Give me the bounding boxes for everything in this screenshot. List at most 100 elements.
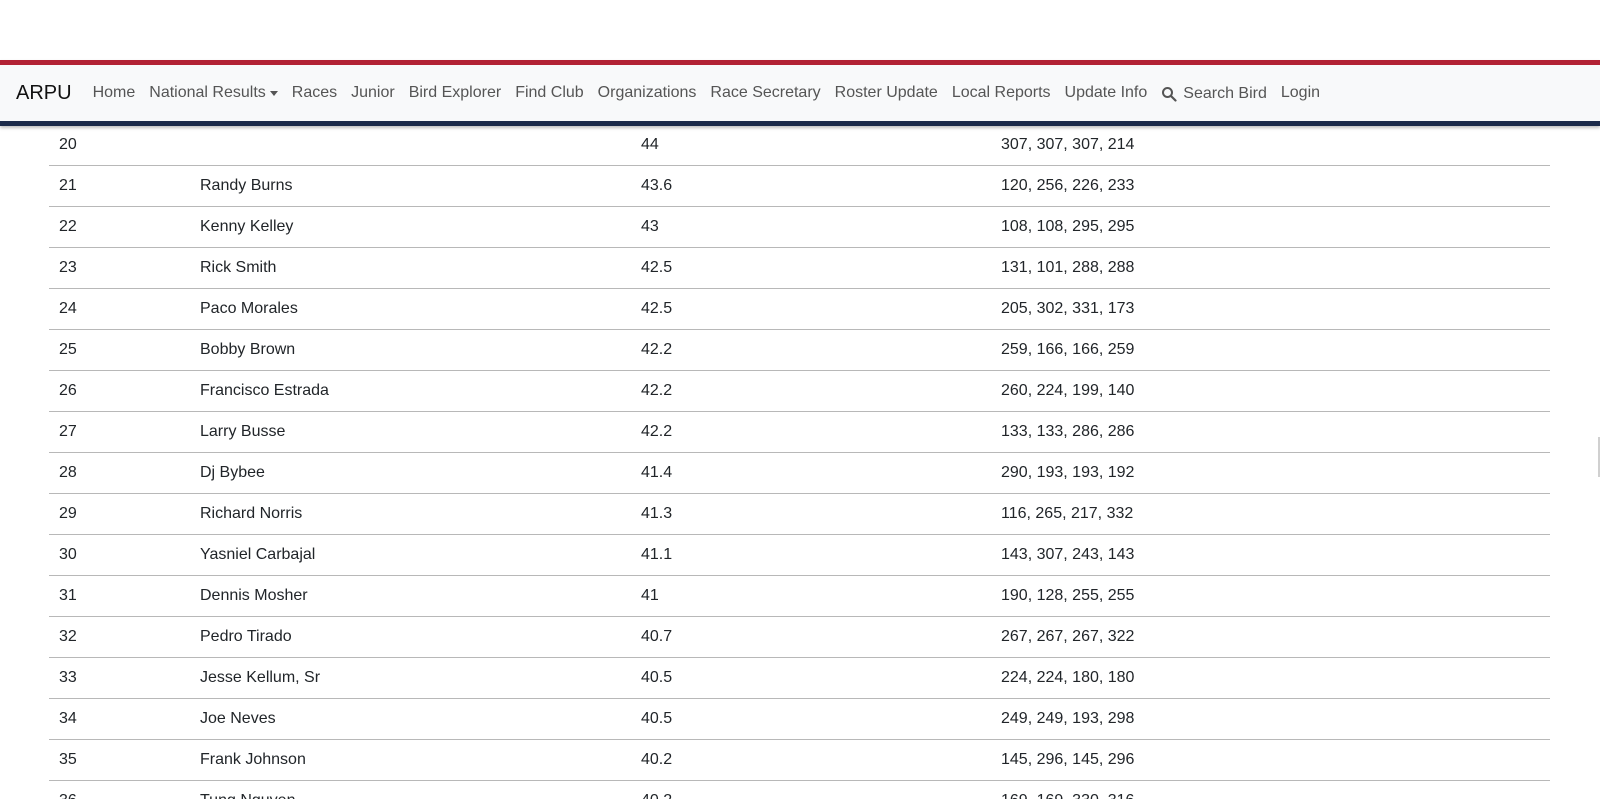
values-cell: 108, 108, 295, 295 (991, 206, 1550, 248)
score-cell: 41 (631, 575, 991, 617)
score-cell: 40.5 (631, 657, 991, 699)
rank-cell: 33 (49, 657, 190, 699)
name-cell: Pedro Tirado (190, 616, 631, 658)
rank-cell: 28 (49, 452, 190, 494)
values-cell: 224, 224, 180, 180 (991, 657, 1550, 699)
search-icon (1162, 87, 1177, 102)
score-cell: 41.1 (631, 534, 991, 576)
rank-cell: 34 (49, 698, 190, 740)
name-cell: Kenny Kelley (190, 206, 631, 248)
table-row: 31 Dennis Mosher 41 190, 128, 255, 255 (49, 575, 1550, 617)
name-cell: Bobby Brown (190, 329, 631, 371)
results-table: 20 44 307, 307, 307, 214 21 Randy Burns 43.6 1… (49, 125, 1550, 799)
nav-search-bird-label: Search Bird (1183, 85, 1267, 102)
name-cell: Tung Nguyen (190, 780, 631, 799)
rank-cell: 22 (49, 206, 190, 248)
rank-cell: 24 (49, 288, 190, 330)
table-row: 23 Rick Smith 42.5 131, 101, 288, 288 (49, 247, 1550, 289)
rank-cell: 25 (49, 329, 190, 371)
nav-organizations[interactable]: Organizations (591, 84, 704, 102)
rank-cell: 31 (49, 575, 190, 617)
values-cell: 145, 296, 145, 296 (991, 739, 1550, 781)
table-row: 20 44 307, 307, 307, 214 (49, 125, 1550, 166)
values-cell: 120, 256, 226, 233 (991, 165, 1550, 207)
values-cell: 249, 249, 193, 298 (991, 698, 1550, 740)
score-cell: 42.2 (631, 329, 991, 371)
name-cell (190, 125, 631, 166)
nav-search-bird[interactable]: Search Bird (1154, 85, 1274, 103)
values-cell: 169, 169, 330, 316 (991, 780, 1550, 799)
values-cell: 133, 133, 286, 286 (991, 411, 1550, 453)
nav-roster-update[interactable]: Roster Update (828, 84, 945, 102)
brand-logo-link[interactable]: ARPU (16, 82, 72, 105)
values-cell: 267, 267, 267, 322 (991, 616, 1550, 658)
score-cell: 40.2 (631, 739, 991, 781)
rank-cell: 36 (49, 780, 190, 799)
rank-cell: 30 (49, 534, 190, 576)
name-cell: Randy Burns (190, 165, 631, 207)
name-cell: Rick Smith (190, 247, 631, 289)
values-cell: 260, 224, 199, 140 (991, 370, 1550, 412)
nav-bird-explorer[interactable]: Bird Explorer (402, 84, 508, 102)
rank-cell: 26 (49, 370, 190, 412)
name-cell: Paco Morales (190, 288, 631, 330)
table-row: 24 Paco Morales 42.5 205, 302, 331, 173 (49, 288, 1550, 330)
name-cell: Yasniel Carbajal (190, 534, 631, 576)
nav-home[interactable]: Home (86, 84, 143, 102)
values-cell: 290, 193, 193, 192 (991, 452, 1550, 494)
name-cell: Dj Bybee (190, 452, 631, 494)
rank-cell: 20 (49, 125, 190, 166)
name-cell: Joe Neves (190, 698, 631, 740)
rank-cell: 23 (49, 247, 190, 289)
top-navbar: ARPU Home National Results Races Junior … (0, 60, 1600, 126)
values-cell: 205, 302, 331, 173 (991, 288, 1550, 330)
score-cell: 43 (631, 206, 991, 248)
name-cell: Frank Johnson (190, 739, 631, 781)
values-cell: 259, 166, 166, 259 (991, 329, 1550, 371)
score-cell: 42.5 (631, 247, 991, 289)
name-cell: Larry Busse (190, 411, 631, 453)
nav-races[interactable]: Races (285, 84, 344, 102)
score-cell: 43.6 (631, 165, 991, 207)
values-cell: 307, 307, 307, 214 (991, 125, 1550, 166)
table-row: 34 Joe Neves 40.5 249, 249, 193, 298 (49, 698, 1550, 740)
values-cell: 190, 128, 255, 255 (991, 575, 1550, 617)
name-cell: Jesse Kellum, Sr (190, 657, 631, 699)
rank-cell: 35 (49, 739, 190, 781)
table-row: 27 Larry Busse 42.2 133, 133, 286, 286 (49, 411, 1550, 453)
table-row: 25 Bobby Brown 42.2 259, 166, 166, 259 (49, 329, 1550, 371)
values-cell: 116, 265, 217, 332 (991, 493, 1550, 535)
name-cell: Dennis Mosher (190, 575, 631, 617)
rank-cell: 21 (49, 165, 190, 207)
nav-update-info[interactable]: Update Info (1058, 84, 1155, 102)
nav-junior[interactable]: Junior (344, 84, 402, 102)
values-cell: 131, 101, 288, 288 (991, 247, 1550, 289)
score-cell: 41.4 (631, 452, 991, 494)
table-row: 22 Kenny Kelley 43 108, 108, 295, 295 (49, 206, 1550, 248)
score-cell: 40.7 (631, 616, 991, 658)
score-cell: 40.2 (631, 780, 991, 799)
rank-cell: 27 (49, 411, 190, 453)
nav-find-club[interactable]: Find Club (508, 84, 590, 102)
nav-national-results-label: National Results (149, 84, 266, 101)
nav-national-results-dropdown[interactable]: National Results (142, 84, 285, 102)
score-cell: 42.2 (631, 411, 991, 453)
table-row: 35 Frank Johnson 40.2 145, 296, 145, 296 (49, 739, 1550, 781)
nav-race-secretary[interactable]: Race Secretary (703, 84, 827, 102)
score-cell: 40.5 (631, 698, 991, 740)
score-cell: 41.3 (631, 493, 991, 535)
table-row: 33 Jesse Kellum, Sr 40.5 224, 224, 180, 180 (49, 657, 1550, 699)
nav-local-reports[interactable]: Local Reports (945, 84, 1058, 102)
name-cell: Richard Norris (190, 493, 631, 535)
caret-down-icon (269, 90, 278, 96)
values-cell: 143, 307, 243, 143 (991, 534, 1550, 576)
nav-menu: Home National Results Races Junior Bird … (86, 83, 1327, 103)
nav-login[interactable]: Login (1274, 84, 1327, 102)
name-cell: Francisco Estrada (190, 370, 631, 412)
table-row: 30 Yasniel Carbajal 41.1 143, 307, 243, 143 (49, 534, 1550, 576)
table-row: 29 Richard Norris 41.3 116, 265, 217, 332 (49, 493, 1550, 535)
table-row: 26 Francisco Estrada 42.2 260, 224, 199, 14… (49, 370, 1550, 412)
page: 20 44 307, 307, 307, 214 21 Randy Burns 43.6 1… (0, 0, 1600, 799)
results-table-body: 20 44 307, 307, 307, 214 21 Randy Burns 43.6 1… (49, 125, 1550, 799)
table-row: 36Tung Nguyen40.2169, 169, 330, 316 (49, 780, 1550, 799)
